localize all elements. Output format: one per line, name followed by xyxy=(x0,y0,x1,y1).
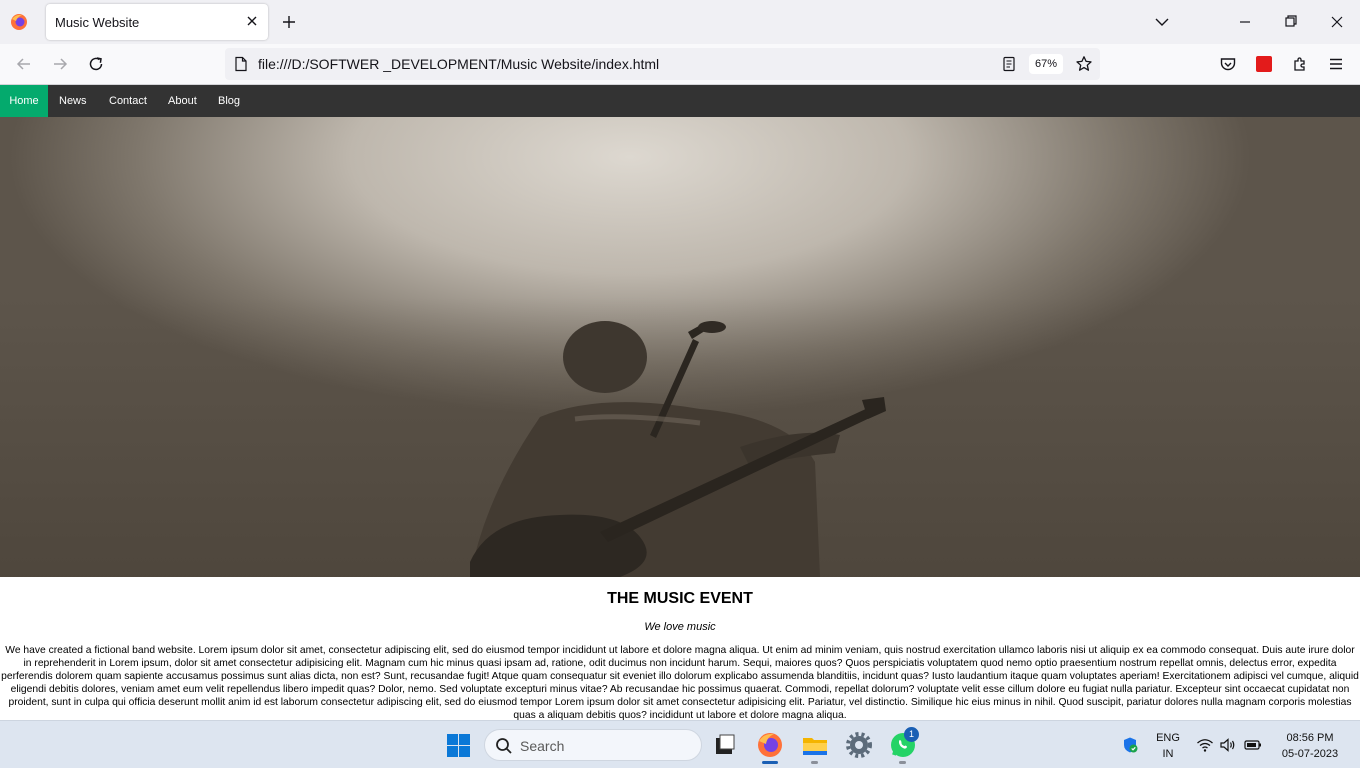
taskbar-search-box[interactable]: Search xyxy=(484,729,702,761)
url-text[interactable]: file:///D:/SOFTWER _DEVELOPMENT/Music We… xyxy=(258,56,659,72)
firefox-menu-icon[interactable] xyxy=(10,13,28,31)
language-code: ENG xyxy=(1156,732,1180,744)
search-icon xyxy=(496,738,512,754)
close-window-icon[interactable] xyxy=(1328,13,1346,31)
web-page: Home News Contact About Blog THE MUSIC E… xyxy=(0,85,1360,720)
nav-link-home[interactable]: Home xyxy=(0,85,48,117)
explorer-running-indicator xyxy=(811,761,818,764)
firefox-active-indicator xyxy=(762,761,778,764)
back-arrow-icon[interactable] xyxy=(15,55,33,73)
task-view-icon[interactable] xyxy=(711,731,739,759)
nav-link-news[interactable]: News xyxy=(59,85,87,117)
region-code: IN xyxy=(1162,748,1174,760)
whatsapp-notification-badge: 1 xyxy=(904,727,919,742)
browser-tab-music-website[interactable]: Music Website xyxy=(46,4,268,40)
clock-time: 08:56 PM xyxy=(1286,732,1334,744)
site-navigation: Home News Contact About Blog xyxy=(0,85,1360,117)
tab-title: Music Website xyxy=(55,15,140,30)
pdf-extension-icon[interactable] xyxy=(1256,56,1272,72)
zoom-level-button[interactable]: 67% xyxy=(1029,54,1063,74)
minimize-window-icon[interactable] xyxy=(1236,13,1254,31)
windows-start-icon[interactable] xyxy=(447,734,470,757)
settings-gear-icon[interactable] xyxy=(845,731,873,759)
whatsapp-running-indicator xyxy=(899,761,906,764)
close-tab-icon[interactable] xyxy=(244,13,260,29)
description-paragraph: We have created a fictional band website… xyxy=(1,645,1359,720)
battery-icon[interactable] xyxy=(1244,736,1262,754)
hero-image-guitarist xyxy=(0,117,1360,577)
volume-speaker-icon[interactable] xyxy=(1219,736,1237,754)
nav-link-contact[interactable]: Contact xyxy=(109,85,147,117)
reader-view-icon[interactable] xyxy=(1001,56,1017,72)
file-explorer-icon[interactable] xyxy=(801,731,829,759)
forward-arrow-icon[interactable] xyxy=(51,55,69,73)
windows-taskbar: Search 1 ENG IN 08:56 PM 05-07-2023 xyxy=(0,720,1360,768)
extensions-puzzle-icon[interactable] xyxy=(1291,55,1309,73)
clock-date: 05-07-2023 xyxy=(1281,748,1339,760)
bookmark-star-icon[interactable] xyxy=(1075,55,1093,73)
page-file-icon[interactable] xyxy=(233,56,249,72)
browser-tab-bar: Music Website xyxy=(0,0,1360,44)
new-tab-plus-icon[interactable] xyxy=(281,14,297,30)
search-placeholder: Search xyxy=(520,738,565,754)
address-bar[interactable]: file:///D:/SOFTWER _DEVELOPMENT/Music We… xyxy=(225,48,1100,80)
windows-security-shield-icon[interactable] xyxy=(1121,736,1139,754)
restore-window-icon[interactable] xyxy=(1282,13,1300,31)
reload-icon[interactable] xyxy=(87,55,105,73)
nav-link-blog[interactable]: Blog xyxy=(218,85,240,117)
guitarist-silhouette xyxy=(470,321,886,577)
page-title: THE MUSIC EVENT xyxy=(607,590,753,607)
hamburger-menu-icon[interactable] xyxy=(1327,55,1345,73)
list-all-tabs-chevron-icon[interactable] xyxy=(1153,13,1171,31)
wifi-icon[interactable] xyxy=(1196,736,1214,754)
input-language-indicator[interactable]: ENG IN xyxy=(1154,730,1182,762)
nav-link-about[interactable]: About xyxy=(168,85,197,117)
browser-toolbar: file:///D:/SOFTWER _DEVELOPMENT/Music We… xyxy=(0,44,1360,85)
pocket-icon[interactable] xyxy=(1219,55,1237,73)
firefox-taskbar-icon[interactable] xyxy=(756,731,784,759)
system-clock[interactable]: 08:56 PM 05-07-2023 xyxy=(1270,730,1350,762)
tagline: We love music xyxy=(644,621,716,633)
